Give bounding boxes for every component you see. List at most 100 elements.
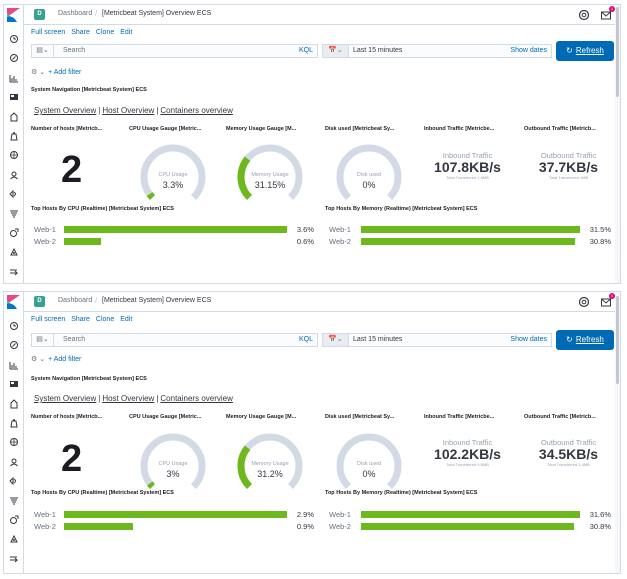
cpu-bar-value: 0.6% — [296, 237, 314, 246]
query-bar[interactable]: ▤⌄ Search KQL — [31, 44, 318, 58]
add-filter-link[interactable]: + Add filter — [48, 69, 81, 76]
full-screen-link[interactable]: Full screen — [31, 29, 65, 36]
calendar-icon[interactable]: 📅⌄ — [323, 334, 349, 346]
canvas-icon[interactable] — [9, 398, 19, 409]
breadcrumb-dashboard[interactable]: Dashboard — [58, 297, 92, 304]
collapse-nav-icon[interactable] — [9, 554, 19, 564]
cpu-bar[interactable] — [64, 523, 134, 530]
recently-viewed-icon[interactable] — [9, 321, 19, 331]
maps-icon[interactable] — [9, 418, 19, 428]
full-screen-link[interactable]: Full screen — [31, 316, 65, 323]
memory-bar-value: 31.6% — [589, 510, 611, 519]
memory-bar-label: Web-1 — [329, 225, 351, 234]
memory-bar-value: 31.5% — [589, 225, 611, 234]
clone-link[interactable]: Clone — [96, 316, 114, 323]
edit-link[interactable]: Edit — [120, 29, 132, 36]
search-input[interactable]: Search — [63, 336, 85, 343]
cpu-bar[interactable] — [64, 238, 102, 245]
inbound-traffic-title: Inbound Traffic [Metricbe... — [424, 126, 495, 132]
memory-bar[interactable] — [361, 523, 575, 530]
query-bar[interactable]: ▤⌄ Search KQL — [31, 333, 318, 347]
visualize-icon[interactable] — [9, 360, 19, 370]
scrollbar-thumb[interactable] — [616, 7, 619, 97]
maps-icon[interactable] — [9, 131, 19, 141]
ml-icon[interactable] — [9, 150, 19, 160]
apm-icon[interactable] — [9, 228, 19, 238]
newsfeed-mail-icon[interactable]: 1 — [600, 6, 615, 21]
time-picker[interactable]: 📅⌄ Last 15 minutes Show dates — [322, 44, 552, 58]
refresh-button[interactable]: ↻ Refresh — [556, 330, 614, 350]
visualize-icon[interactable] — [9, 73, 19, 83]
saved-query-button[interactable]: ▤⌄ — [32, 334, 54, 346]
kql-toggle[interactable]: KQL — [299, 336, 313, 343]
saved-query-button[interactable]: ▤⌄ — [32, 45, 54, 57]
alerts-icon[interactable] — [9, 247, 19, 257]
system-overview-link[interactable]: System Overview — [34, 106, 96, 115]
time-picker[interactable]: 📅⌄ Last 15 minutes Show dates — [322, 333, 552, 347]
filter-options-icon[interactable]: ⚙ ⌄ — [31, 69, 45, 76]
logs-icon[interactable] — [9, 496, 19, 506]
show-dates-link[interactable]: Show dates — [510, 336, 547, 343]
cpu-bar[interactable] — [64, 511, 287, 518]
system-navigation-title: System Navigation [Metricbeat System] EC… — [31, 376, 147, 382]
memory-gauge-label: Memory Usage — [251, 461, 289, 467]
discover-icon[interactable] — [9, 340, 19, 350]
disk-used-gauge: Disk used 0% — [334, 432, 404, 492]
dashboard-icon[interactable] — [9, 92, 19, 102]
system-overview-link[interactable]: System Overview — [34, 394, 96, 403]
memory-gauge-title: Memory Usage Gauge [M... — [226, 126, 297, 132]
refresh-button[interactable]: ↻ Refresh — [556, 41, 614, 61]
memory-gauge-title: Memory Usage Gauge [M... — [226, 414, 297, 420]
help-icon[interactable] — [578, 9, 590, 21]
collapse-nav-icon[interactable] — [9, 267, 19, 277]
show-dates-link[interactable]: Show dates — [510, 47, 547, 54]
share-link[interactable]: Share — [71, 29, 90, 36]
recently-viewed-icon[interactable] — [9, 34, 19, 44]
time-range-label[interactable]: Last 15 minutes — [353, 336, 402, 343]
help-icon[interactable] — [578, 296, 590, 308]
discover-icon[interactable] — [9, 53, 19, 63]
uptime-icon[interactable] — [9, 476, 19, 486]
kibana-logo[interactable] — [7, 8, 20, 22]
memory-bar-row: Web-1 31.5% — [329, 225, 611, 234]
uptime-icon[interactable] — [9, 189, 19, 199]
edit-link[interactable]: Edit — [120, 316, 132, 323]
alerts-icon[interactable] — [9, 534, 19, 544]
siem-icon[interactable] — [9, 170, 19, 180]
apm-icon[interactable] — [9, 515, 19, 525]
page-scrollbar[interactable] — [615, 5, 620, 283]
canvas-icon[interactable] — [9, 111, 19, 122]
memory-bar[interactable] — [361, 238, 576, 245]
share-link[interactable]: Share — [71, 316, 90, 323]
cpu-usage-gauge: CPU Usage 3.3% — [138, 143, 208, 203]
host-overview-link[interactable]: Host Overview — [102, 394, 154, 403]
memory-bar[interactable] — [361, 226, 580, 233]
cpu-bar[interactable] — [64, 226, 287, 233]
inbound-total-transferred: Total Transferred 1.8MB — [446, 175, 489, 180]
space-avatar[interactable]: D — [34, 9, 45, 20]
kibana-logo[interactable] — [7, 295, 20, 309]
cpu-gauge-label: CPU Usage — [158, 461, 188, 467]
scrollbar-thumb[interactable] — [616, 296, 619, 384]
search-input[interactable]: Search — [63, 47, 85, 54]
logs-icon[interactable] — [9, 209, 19, 219]
calendar-icon[interactable]: 📅⌄ — [323, 45, 349, 57]
filter-options-icon[interactable]: ⚙ ⌄ — [31, 356, 45, 363]
memory-bar[interactable] — [361, 511, 580, 518]
time-range-label[interactable]: Last 15 minutes — [353, 47, 402, 54]
clone-link[interactable]: Clone — [96, 29, 114, 36]
newsfeed-mail-icon[interactable]: 1 — [600, 293, 615, 308]
host-overview-link[interactable]: Host Overview — [102, 106, 154, 115]
page-scrollbar[interactable] — [615, 292, 620, 573]
ml-icon[interactable] — [9, 437, 19, 447]
breadcrumb-dashboard[interactable]: Dashboard — [58, 10, 92, 17]
kql-toggle[interactable]: KQL — [299, 47, 313, 54]
siem-icon[interactable] — [9, 457, 19, 467]
top-hosts-memory-title: Top Hosts By Memory (Realtime) [Metricbe… — [325, 490, 478, 496]
containers-overview-link[interactable]: Containers overview — [160, 106, 232, 115]
refresh-icon: ↻ — [566, 335, 573, 344]
containers-overview-link[interactable]: Containers overview — [160, 394, 232, 403]
dashboard-icon[interactable] — [9, 379, 19, 389]
add-filter-link[interactable]: + Add filter — [48, 356, 81, 363]
space-avatar[interactable]: D — [34, 296, 45, 307]
